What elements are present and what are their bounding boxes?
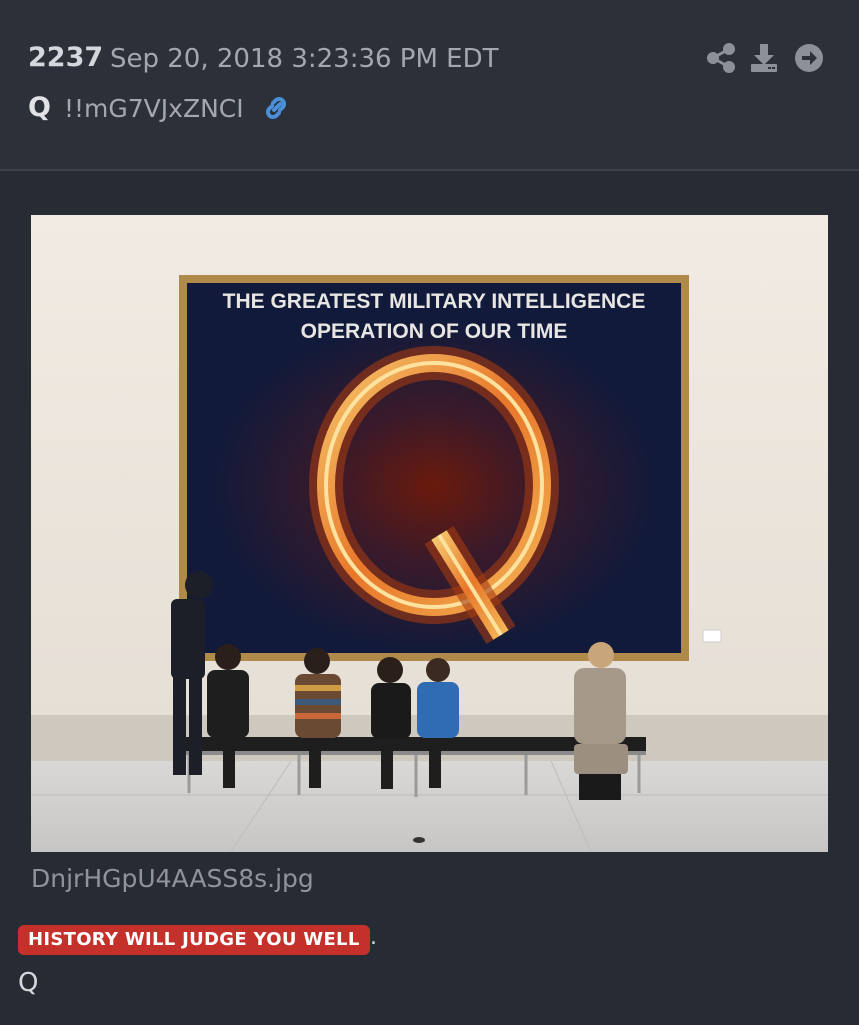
message-signature: Q: [18, 968, 39, 998]
painting-caption-line2: OPERATION OF OUR TIME: [301, 320, 568, 343]
arrow-right-circle-icon[interactable]: [793, 42, 825, 74]
gallery-photo: THE GREATEST MILITARY INTELLIGENCE OPERA…: [31, 215, 828, 852]
post-header: 2237 Sep 20, 2018 3:23:36 PM EDT Q !!mG7…: [0, 0, 859, 170]
header-divider: [0, 169, 859, 171]
post-image[interactable]: THE GREATEST MILITARY INTELLIGENCE OPERA…: [31, 215, 828, 852]
post-number[interactable]: 2237: [28, 42, 103, 73]
painting-caption-line1: THE GREATEST MILITARY INTELLIGENCE: [223, 290, 646, 313]
message-trailing-punctuation: .: [370, 925, 377, 950]
image-filename[interactable]: DnjrHGpU4AASS8s.jpg: [31, 864, 314, 893]
link-icon[interactable]: [260, 92, 292, 124]
highlighted-message: HISTORY WILL JUDGE YOU WELL: [18, 925, 370, 955]
share-icon[interactable]: [705, 42, 737, 74]
post-date: Sep 20, 2018 3:23:36 PM EDT: [110, 44, 499, 74]
download-icon[interactable]: [748, 42, 780, 74]
tripcode: !!mG7VJxZNCI: [64, 94, 244, 123]
author-name: Q: [28, 92, 51, 123]
post-card: 2237 Sep 20, 2018 3:23:36 PM EDT Q !!mG7…: [0, 0, 859, 1025]
